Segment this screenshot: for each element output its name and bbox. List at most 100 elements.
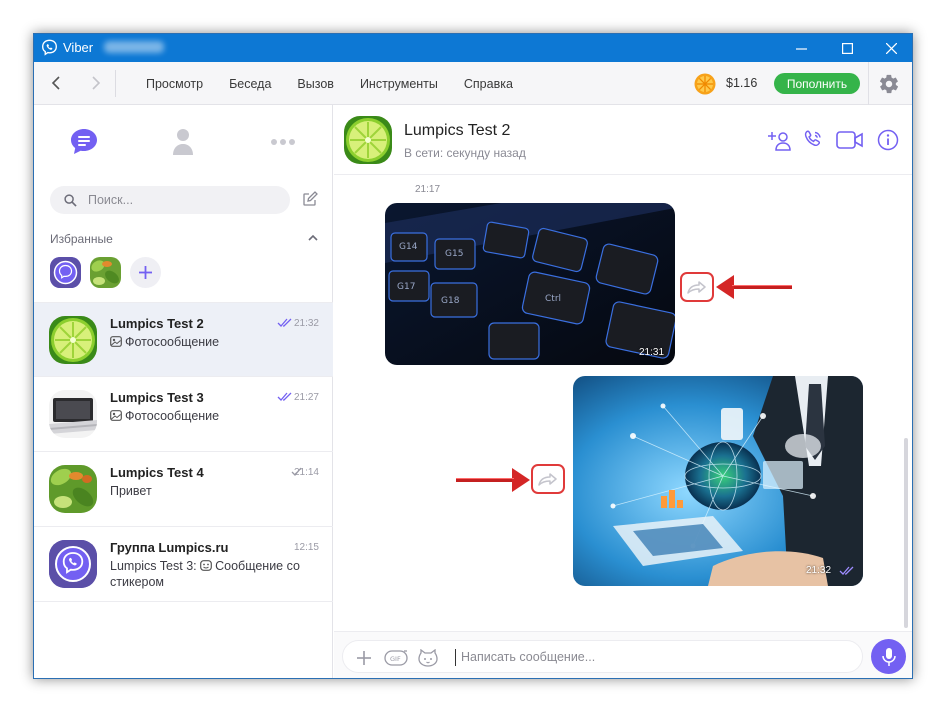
- online-status: В сети: секунду назад: [404, 146, 526, 160]
- contact-person-icon: [173, 129, 193, 155]
- svg-text:G14: G14: [399, 242, 418, 252]
- viber-logo-icon: [42, 39, 57, 56]
- toolbar-divider: [115, 70, 116, 97]
- keyboard-photo-image: G14 G15 G17 G18 Ctrl: [385, 203, 675, 365]
- blurred-phone-number: [104, 41, 164, 53]
- gif-button[interactable]: GIF: [383, 649, 409, 667]
- avatar[interactable]: [344, 116, 392, 164]
- double-check-icon: [277, 318, 292, 327]
- attach-button[interactable]: [353, 649, 375, 667]
- forward-message-button[interactable]: [531, 464, 565, 494]
- plus-icon: [357, 651, 371, 665]
- svg-text:G15: G15: [445, 249, 463, 259]
- message-composer: GIF Написать сообщение...: [334, 631, 912, 678]
- tab-contacts[interactable]: [168, 127, 198, 157]
- lime-avatar-image: [344, 116, 392, 164]
- menu-tools[interactable]: Инструменты: [360, 77, 438, 91]
- maximize-button[interactable]: [824, 34, 870, 62]
- voice-message-button[interactable]: [871, 639, 906, 674]
- search-input[interactable]: Поиск...: [50, 186, 290, 214]
- chat-item-lumpics-test-4[interactable]: Lumpics Test 4 21:14 Привет: [34, 452, 333, 527]
- chevron-up-icon[interactable]: [307, 233, 319, 243]
- tab-chats[interactable]: [69, 127, 99, 157]
- forward-button[interactable]: [86, 73, 106, 93]
- search-icon: [64, 194, 77, 207]
- toolbar: Просмотр Беседа Вызов Инструменты Справк…: [34, 62, 912, 105]
- add-participant-button[interactable]: [767, 127, 793, 153]
- chat-preview-text: Фотосообщение: [125, 335, 220, 349]
- compose-icon[interactable]: [302, 191, 318, 207]
- chat-info-button[interactable]: [875, 127, 901, 153]
- video-call-button[interactable]: [835, 127, 865, 153]
- share-arrow-icon: [538, 473, 557, 486]
- message-time: 21:31: [639, 347, 665, 358]
- close-button[interactable]: [868, 34, 912, 62]
- phone-icon: [804, 130, 821, 147]
- title-bar: Viber: [34, 34, 912, 62]
- scrollbar[interactable]: [904, 438, 908, 628]
- forward-message-button[interactable]: [680, 272, 714, 302]
- chat-time: 21:14: [293, 467, 319, 478]
- minimize-button[interactable]: [778, 34, 824, 62]
- gif-icon: GIF: [384, 650, 408, 666]
- chat-name: Группа Lumpics.ru: [110, 540, 229, 555]
- sticker-button[interactable]: [417, 649, 439, 667]
- add-favorite-button[interactable]: [130, 257, 161, 288]
- sidebar: Поиск... Избранные Lumpics Test 2 21:32 …: [34, 105, 333, 678]
- photo-message-technology[interactable]: 21:32: [573, 376, 863, 586]
- viber-out-coin-icon: [694, 73, 716, 95]
- back-button[interactable]: [46, 73, 66, 93]
- text-caret: [455, 649, 456, 666]
- chat-header: Lumpics Test 2 В сети: секунду назад: [334, 105, 912, 175]
- sticker-icon: [200, 560, 213, 571]
- sticker-cat-icon: [418, 649, 438, 667]
- favorite-contact-avatar[interactable]: [90, 257, 121, 288]
- minimize-icon: [795, 47, 807, 50]
- leaves-avatar-image: [90, 257, 121, 288]
- avatar: [49, 316, 97, 364]
- conversation-panel: Lumpics Test 2 В сети: секунду назад 21:…: [334, 105, 912, 678]
- message-history: 21:17 G14 G15 G17 G18 Ctrl 21:31 21:32: [334, 176, 912, 631]
- technology-photo-image: [573, 376, 863, 586]
- chat-item-lumpics-group[interactable]: Группа Lumpics.ru 12:15 Lumpics Test 3: …: [34, 527, 333, 602]
- chat-name: Lumpics Test 4: [110, 465, 204, 480]
- photo-icon: [110, 410, 122, 421]
- lime-avatar-image: [49, 316, 97, 364]
- message-input[interactable]: GIF Написать сообщение...: [342, 640, 863, 673]
- balance-amount: $1.16: [726, 76, 758, 90]
- share-arrow-icon: [687, 281, 706, 294]
- more-dots-icon: [271, 139, 295, 145]
- search-placeholder: Поиск...: [88, 193, 134, 207]
- menu-call[interactable]: Вызов: [297, 77, 334, 91]
- chat-name: Lumpics Test 2: [110, 316, 204, 331]
- gear-icon[interactable]: [878, 73, 900, 95]
- photo-icon: [110, 336, 122, 347]
- svg-text:Ctrl: Ctrl: [545, 294, 561, 304]
- menu-view[interactable]: Просмотр: [146, 77, 203, 91]
- chat-item-lumpics-test-2[interactable]: Lumpics Test 2 21:32 Фотосообщение: [34, 302, 333, 377]
- avatar: [49, 465, 97, 513]
- chat-item-lumpics-test-3[interactable]: Lumpics Test 3 21:27 Фотосообщение: [34, 377, 333, 452]
- menu-help[interactable]: Справка: [464, 77, 513, 91]
- chat-preview: Lumpics Test 3: Сообщение со стикером: [110, 558, 322, 590]
- annotation-arrow-left: [716, 275, 792, 299]
- chevron-left-icon: [51, 76, 60, 90]
- maximize-icon: [841, 42, 853, 54]
- close-icon: [885, 42, 897, 54]
- chat-time: 21:32: [293, 318, 319, 329]
- message-timestamp: 21:17: [415, 184, 441, 195]
- chat-bubble-icon: [71, 129, 97, 154]
- message-placeholder: Написать сообщение...: [461, 650, 596, 664]
- menu-conversation[interactable]: Беседа: [229, 77, 271, 91]
- avatar: [49, 390, 97, 438]
- tab-more[interactable]: [268, 127, 298, 157]
- favorite-viber-group[interactable]: [50, 257, 81, 288]
- voice-call-button[interactable]: [800, 127, 826, 153]
- chat-time: 21:27: [293, 392, 319, 403]
- svg-text:GIF: GIF: [390, 655, 401, 663]
- topup-button[interactable]: Пополнить: [774, 73, 860, 94]
- chat-name: Lumpics Test 3: [110, 390, 204, 405]
- window-title: Viber: [63, 40, 94, 55]
- photo-message-keyboard[interactable]: G14 G15 G17 G18 Ctrl 21:31: [385, 203, 675, 365]
- double-check-icon: [277, 392, 292, 401]
